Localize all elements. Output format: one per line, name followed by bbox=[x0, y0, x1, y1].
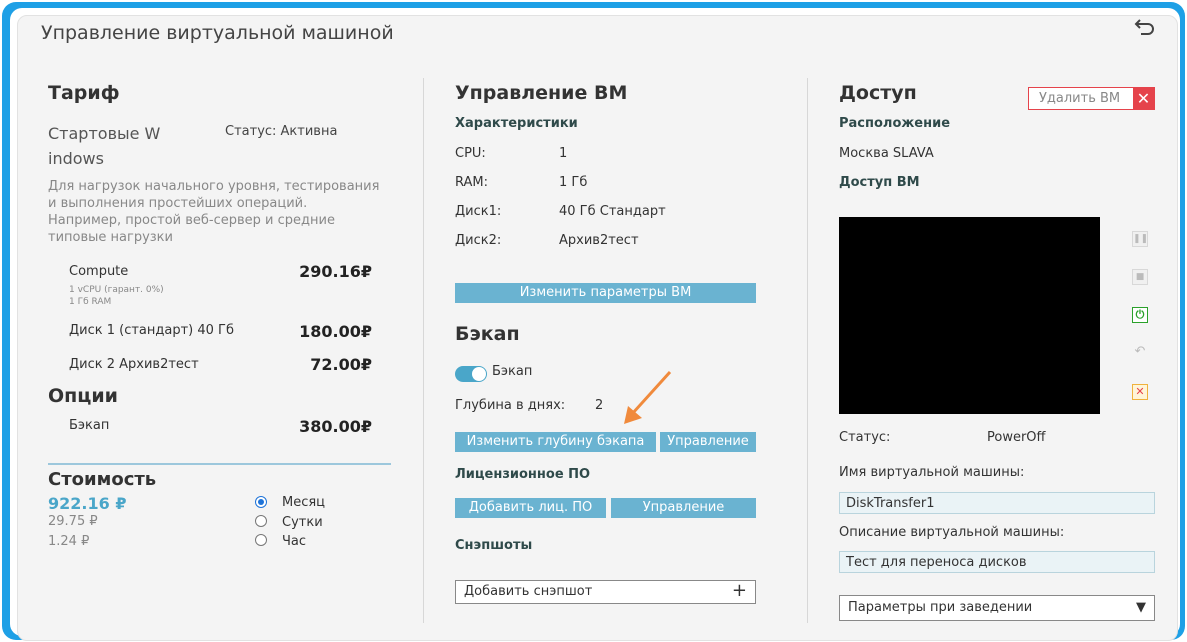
power-icon[interactable]: ⏻ bbox=[1132, 307, 1148, 323]
period-hour-label: Час bbox=[282, 534, 307, 549]
change-backup-depth-button[interactable]: Изменить глубину бэкапа bbox=[455, 432, 656, 452]
period-month-radio[interactable] bbox=[255, 496, 267, 508]
spec-disk2-key: Диск2: bbox=[455, 233, 502, 248]
compute-details: 1 vCPU (гарант. 0%) 1 Гб RAM bbox=[69, 284, 164, 308]
delete-vm-button[interactable]: Удалить ВМ ✕ bbox=[1028, 87, 1155, 110]
tariff-status: Статус: Активна bbox=[225, 124, 338, 139]
add-snapshot-row[interactable]: Добавить снэпшот + bbox=[455, 580, 756, 604]
compute-detail-ram: 1 Гб RAM bbox=[69, 297, 112, 307]
tariff-description-line: типовые нагрузки bbox=[48, 230, 173, 245]
options-heading: Опции bbox=[48, 385, 118, 407]
vm-management-window: Управление виртуальной машиной Тариф Ста… bbox=[17, 15, 1178, 641]
back-arrow-icon[interactable] bbox=[1132, 16, 1156, 40]
period-hour-radio[interactable] bbox=[255, 534, 267, 546]
backup-heading: Бэкап bbox=[455, 323, 520, 345]
backup-toggle[interactable] bbox=[455, 366, 487, 382]
period-day-label: Сутки bbox=[282, 515, 323, 530]
chevron-down-icon[interactable]: ▼ bbox=[1136, 596, 1146, 620]
vm-console-screen[interactable] bbox=[839, 217, 1100, 414]
spec-ram-value: 1 Гб bbox=[559, 175, 588, 190]
column-divider-1 bbox=[423, 78, 424, 623]
vm-access-heading: Доступ ВМ bbox=[839, 175, 920, 190]
params-select-label: Параметры при заведении bbox=[848, 600, 1033, 615]
stop-icon[interactable]: ■ bbox=[1132, 269, 1148, 285]
month-price: 922.16 ₽ bbox=[48, 494, 127, 513]
license-manage-button[interactable]: Управление bbox=[611, 498, 756, 518]
compute-price: 290.16₽ bbox=[299, 262, 372, 281]
disk1-price: 180.00₽ bbox=[299, 322, 372, 341]
location-value: Москва SLAVA bbox=[839, 146, 934, 161]
annotation-arrow-icon bbox=[624, 370, 672, 424]
backup-toggle-label: Бэкап bbox=[492, 364, 533, 379]
license-heading: Лицензионное ПО bbox=[455, 467, 591, 482]
tariff-description: Для нагрузок начального уровня, тестиров… bbox=[48, 178, 379, 246]
vm-description-label: Описание виртуальной машины: bbox=[839, 525, 1065, 540]
backup-manage-button[interactable]: Управление bbox=[660, 432, 756, 452]
add-snapshot-label: Добавить снэпшот bbox=[464, 584, 593, 599]
tariff-name-line1: Стартовые W bbox=[48, 124, 161, 143]
add-license-button[interactable]: Добавить лиц. ПО bbox=[455, 498, 606, 518]
option-backup-price: 380.00₽ bbox=[299, 417, 372, 436]
spec-disk2-value: Архив2тест bbox=[559, 233, 639, 248]
snapshots-heading: Снэпшоты bbox=[455, 538, 533, 553]
status-label: Статус: bbox=[839, 430, 891, 445]
vm-name-input[interactable]: DiskTransfer1 bbox=[839, 492, 1155, 514]
access-heading: Доступ bbox=[839, 82, 917, 104]
params-select[interactable]: Параметры при заведении ▼ bbox=[839, 595, 1155, 621]
disk1-label: Диск 1 (стандарт) 40 Гб bbox=[69, 323, 235, 338]
window-title: Управление виртуальной машиной bbox=[41, 22, 394, 44]
delete-vm-icon[interactable]: ✕ bbox=[1132, 384, 1148, 400]
screenshot-root: Управление виртуальной машиной Тариф Ста… bbox=[0, 0, 1187, 642]
tariff-description-line: и выполнения простейших операций. bbox=[48, 196, 308, 211]
option-backup-label: Бэкап bbox=[69, 418, 110, 433]
day-price: 29.75 ₽ bbox=[48, 514, 98, 529]
status-value: PowerOff bbox=[987, 430, 1046, 445]
backup-depth-label: Глубина в днях: bbox=[455, 398, 566, 413]
vm-description-input[interactable]: Тест для переноса дисков bbox=[839, 551, 1155, 573]
close-icon[interactable]: ✕ bbox=[1133, 88, 1154, 109]
tariff-heading: Тариф bbox=[48, 82, 120, 104]
spec-disk1-value: 40 Гб Стандарт bbox=[559, 204, 666, 219]
reset-icon[interactable]: ↶ bbox=[1132, 345, 1148, 361]
tariff-description-line: Для нагрузок начального уровня, тестиров… bbox=[48, 179, 380, 194]
hour-price: 1.24 ₽ bbox=[48, 534, 90, 549]
vm-heading: Управление ВМ bbox=[455, 82, 628, 104]
vm-name-label: Имя виртуальной машины: bbox=[839, 465, 1025, 480]
period-day-radio[interactable] bbox=[255, 515, 267, 527]
pause-icon[interactable]: ❚❚ bbox=[1132, 231, 1148, 247]
delete-vm-label: Удалить ВМ bbox=[1039, 91, 1121, 106]
spec-cpu-key: CPU: bbox=[455, 146, 486, 161]
column-divider-2 bbox=[807, 78, 808, 623]
spec-disk1-key: Диск1: bbox=[455, 204, 502, 219]
backup-depth-value: 2 bbox=[595, 398, 604, 413]
period-month-label: Месяц bbox=[282, 495, 326, 510]
plus-icon[interactable]: + bbox=[732, 580, 747, 602]
specs-heading: Характеристики bbox=[455, 116, 578, 131]
tariff-description-line: Например, простой веб-сервер и средние bbox=[48, 213, 335, 228]
cost-heading: Стоимость bbox=[48, 469, 157, 490]
spec-cpu-value: 1 bbox=[559, 146, 568, 161]
disk2-label: Диск 2 Архив2тест bbox=[69, 357, 199, 372]
compute-detail-cpu: 1 vCPU (гарант. 0%) bbox=[69, 285, 164, 295]
compute-label: Compute bbox=[69, 264, 129, 279]
disk2-price: 72.00₽ bbox=[310, 355, 372, 374]
spec-ram-key: RAM: bbox=[455, 175, 488, 190]
change-vm-params-button[interactable]: Изменить параметры ВМ bbox=[455, 283, 756, 303]
location-heading: Расположение bbox=[839, 116, 951, 131]
cost-divider bbox=[48, 463, 391, 465]
tariff-name-line2: indows bbox=[48, 149, 104, 168]
